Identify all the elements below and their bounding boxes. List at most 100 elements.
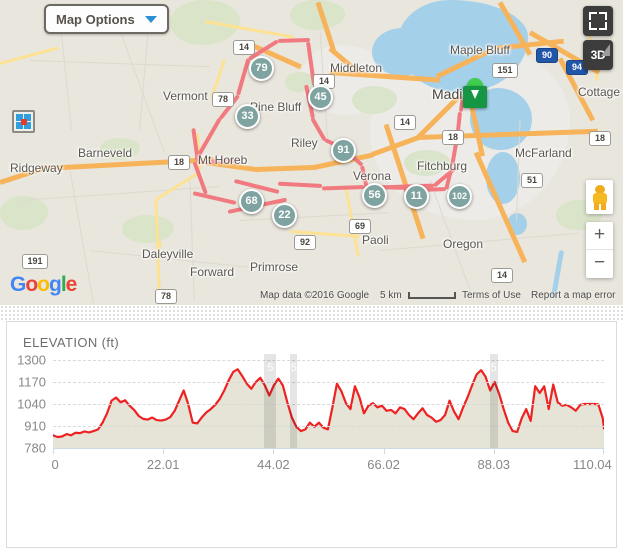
interstate-shield: 90	[536, 48, 558, 63]
elevation-panel: ELEVATION (ft) 5 5 5 780 910 1040 1170 1300 0 2…	[6, 321, 617, 548]
highway-shield: 18	[589, 131, 611, 146]
mile-marker[interactable]: 56	[362, 183, 387, 208]
chart-climb-band-label: 5	[490, 362, 497, 374]
chart-x-tick-label: 110.04	[572, 457, 612, 472]
chart-gridline	[53, 360, 604, 361]
chart-x-tick	[603, 448, 604, 454]
map-place-label: Maple Bluff	[450, 43, 510, 57]
google-logo-letter: g	[49, 273, 62, 296]
mile-marker[interactable]: 91	[331, 138, 356, 163]
panel-gap-texture	[0, 305, 623, 321]
zoom-in-button[interactable]: +	[586, 222, 613, 250]
map-secondary-road	[0, 46, 59, 65]
chart-gridline	[53, 404, 604, 405]
chart-x-tick	[53, 448, 54, 454]
highway-shield: 18	[168, 155, 190, 170]
google-logo: Google	[10, 273, 78, 297]
map-place-label: Middleton	[330, 61, 383, 75]
map-place-label: Primrose	[250, 260, 299, 274]
map-green-area	[122, 215, 174, 243]
elevation-panel-title: ELEVATION (ft)	[23, 335, 120, 350]
elevation-chart[interactable]: 5 5 5 780 910 1040 1170 1300 0 22.01 44.02 66.02 8…	[17, 353, 612, 473]
highway-shield: 14	[491, 268, 513, 283]
route-start-finish-marker[interactable]	[463, 78, 487, 108]
map-place-label: McFarland	[515, 146, 572, 160]
map-place-label: Daleyville	[142, 247, 194, 261]
chart-y-tick-label: 910	[24, 418, 46, 434]
mile-marker[interactable]: 22	[272, 203, 297, 228]
chart-y-tick-label: 1170	[18, 374, 46, 390]
chart-x-axis	[53, 448, 604, 449]
mile-marker[interactable]: 79	[249, 56, 274, 81]
chart-x-tick-label: 0	[51, 457, 59, 472]
recenter-route-button[interactable]	[12, 110, 35, 133]
map-place-label: Vermont	[163, 89, 208, 103]
recenter-center-dot	[20, 118, 27, 125]
chart-climb-band[interactable]: 5	[290, 354, 298, 448]
fullscreen-icon	[598, 21, 607, 30]
highway-shield: 51	[521, 173, 543, 188]
chart-x-tick-label: 66.02	[367, 457, 400, 472]
highway-shield: 92	[294, 235, 316, 250]
street-view-control[interactable]	[586, 180, 613, 214]
pegman-leg	[593, 203, 599, 210]
chart-x-tick	[493, 448, 495, 454]
google-logo-letter: G	[10, 273, 26, 296]
map-place-label: Oregon	[443, 237, 484, 251]
map-place-label: Mt Horeb	[198, 153, 248, 167]
map-canvas[interactable]: Maple Bluff Middleton Madison Cottage G …	[0, 0, 623, 305]
google-logo-letter: e	[65, 273, 78, 296]
fullscreen-icon	[589, 21, 598, 30]
map-place-label: Verona	[353, 169, 392, 183]
map-viewport[interactable]: Maple Bluff Middleton Madison Cottage G …	[0, 0, 623, 305]
mile-marker[interactable]: 102	[447, 184, 472, 209]
map-place-label: Barneveld	[78, 146, 133, 160]
chart-x-tick-label: 44.02	[257, 457, 290, 472]
chart-climb-band[interactable]: 5	[264, 354, 277, 448]
route-line	[277, 37, 311, 43]
chart-x-tick	[383, 448, 385, 454]
mile-marker[interactable]: 45	[308, 85, 333, 110]
chart-x-tick	[163, 448, 165, 454]
map-place-label: Cottage G	[578, 85, 623, 99]
map-scale-bar	[408, 292, 456, 299]
zoom-out-button[interactable]: −	[586, 250, 613, 278]
map-options-button[interactable]: Map Options	[44, 4, 169, 34]
pegman-icon	[592, 185, 607, 210]
chart-y-tick-label: 1040	[17, 396, 46, 412]
highway-shield: 78	[155, 289, 177, 304]
mile-marker[interactable]: 68	[239, 189, 264, 214]
google-logo-letter: o	[37, 273, 50, 296]
three-d-toggle-button[interactable]: 3D	[583, 40, 613, 70]
chart-x-tick	[273, 448, 275, 454]
chart-y-tick-label: 1300	[17, 352, 46, 368]
map-place-label: Riley	[291, 136, 318, 150]
zoom-controls[interactable]: + −	[586, 222, 613, 278]
chart-climb-band-label: 5	[267, 362, 274, 374]
highway-shield: 14	[233, 40, 255, 55]
terms-of-use-link[interactable]: Terms of Use	[462, 290, 521, 301]
chevron-down-icon	[144, 15, 157, 23]
map-minor-road	[59, 20, 72, 130]
report-map-error-link[interactable]: Report a map error	[531, 290, 615, 301]
highway-shield: 69	[349, 219, 371, 234]
map-scale-label: 5 km	[380, 290, 402, 301]
chart-gridline	[53, 382, 604, 383]
map-attribution: Map data ©2016 Google	[260, 290, 370, 301]
chart-climb-band[interactable]: 5	[489, 354, 498, 448]
pegman-leg	[600, 203, 606, 210]
map-minor-road	[29, 60, 210, 68]
highway-shield: 151	[492, 63, 518, 78]
mile-marker[interactable]: 11	[404, 184, 429, 209]
google-logo-letter: o	[25, 273, 38, 296]
highway-shield: 14	[394, 115, 416, 130]
map-minor-road	[189, 180, 195, 301]
map-place-label: Fitchburg	[417, 159, 468, 173]
fullscreen-button[interactable]	[583, 6, 613, 36]
three-d-label: 3D	[590, 48, 606, 62]
route-line	[277, 181, 323, 188]
map-secondary-road	[155, 170, 201, 201]
chart-y-tick-label: 780	[24, 440, 46, 456]
mile-marker[interactable]: 33	[235, 104, 260, 129]
route-line	[321, 185, 365, 191]
